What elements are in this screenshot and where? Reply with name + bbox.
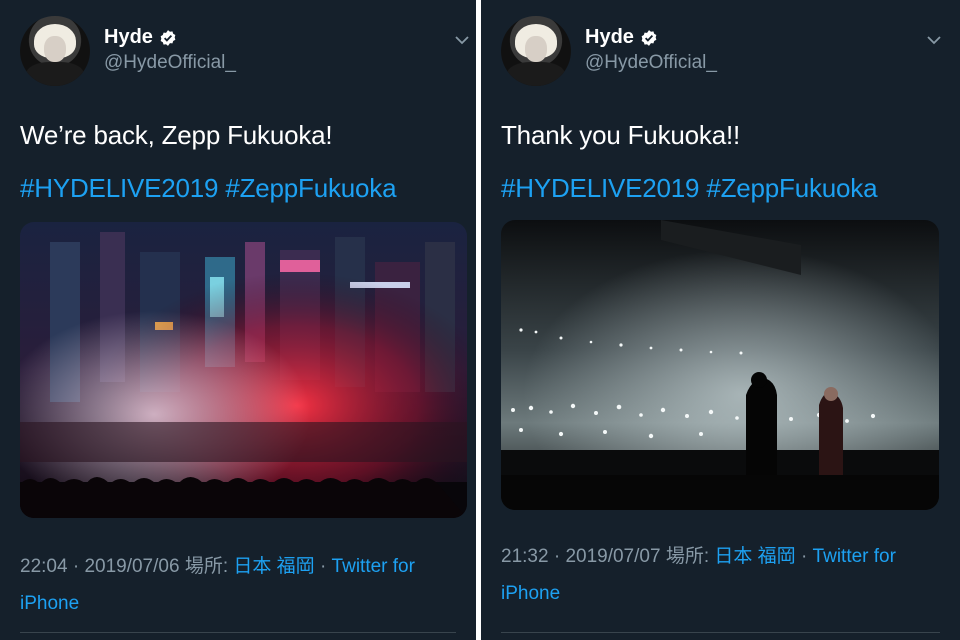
verified-badge-icon <box>641 29 657 46</box>
location-link[interactable]: 日本 福岡 <box>233 556 314 577</box>
source-line2: iPhone <box>501 583 561 604</box>
tweet-date[interactable]: 2019/07/06 <box>84 556 179 577</box>
location-label: 場所: <box>184 556 229 577</box>
meta-separator: · <box>800 546 808 567</box>
chevron-down-icon[interactable] <box>926 34 942 46</box>
meta-separator: · <box>319 556 327 577</box>
tweet-meta: 21:32 · 2019/07/07 場所: 日本 福岡 · Twitter f… <box>501 538 931 612</box>
tweet-time[interactable]: 22:04 <box>20 556 68 577</box>
tweet-date[interactable]: 2019/07/07 <box>565 546 660 567</box>
author-name[interactable]: Hyde <box>585 26 634 49</box>
tweet-card-1[interactable]: Hyde @HydeOfficial_ We’re back, Zepp Fuk… <box>0 0 476 640</box>
chevron-down-icon[interactable] <box>454 34 470 46</box>
avatar[interactable] <box>20 16 90 86</box>
author-name[interactable]: Hyde <box>104 26 153 49</box>
tweet-hashtags[interactable]: #HYDELIVE2019 #ZeppFukuoka <box>501 173 878 204</box>
meta-separator: · <box>72 556 80 577</box>
author-handle[interactable]: @HydeOfficial_ <box>585 52 717 74</box>
tweet-photo-audience[interactable] <box>501 220 939 510</box>
divider <box>20 632 456 633</box>
tweet-hashtags[interactable]: #HYDELIVE2019 #ZeppFukuoka <box>20 173 397 204</box>
tweet-text: Thank you Fukuoka!! <box>501 120 740 150</box>
tweet-meta: 22:04 · 2019/07/06 場所: 日本 福岡 · Twitter f… <box>20 548 465 622</box>
tweet-photo-concert[interactable] <box>20 222 467 518</box>
source-line2: iPhone <box>20 593 80 614</box>
author-handle[interactable]: @HydeOfficial_ <box>104 52 236 74</box>
tweet-text: We’re back, Zepp Fukuoka! <box>20 120 333 150</box>
author-name-row[interactable]: Hyde <box>585 26 658 49</box>
tweet-time[interactable]: 21:32 <box>501 546 549 567</box>
author-name-row[interactable]: Hyde <box>104 26 177 49</box>
source-line1: Twitter for <box>331 556 415 577</box>
verified-badge-icon <box>160 29 176 46</box>
meta-separator: · <box>553 546 561 567</box>
location-link[interactable]: 日本 福岡 <box>714 546 795 567</box>
avatar[interactable] <box>501 16 571 86</box>
tweet-card-2[interactable]: Hyde @HydeOfficial_ Thank you Fukuoka!! … <box>481 0 960 640</box>
divider <box>501 632 940 633</box>
source-line1: Twitter for <box>812 546 896 567</box>
location-label: 場所: <box>665 546 710 567</box>
